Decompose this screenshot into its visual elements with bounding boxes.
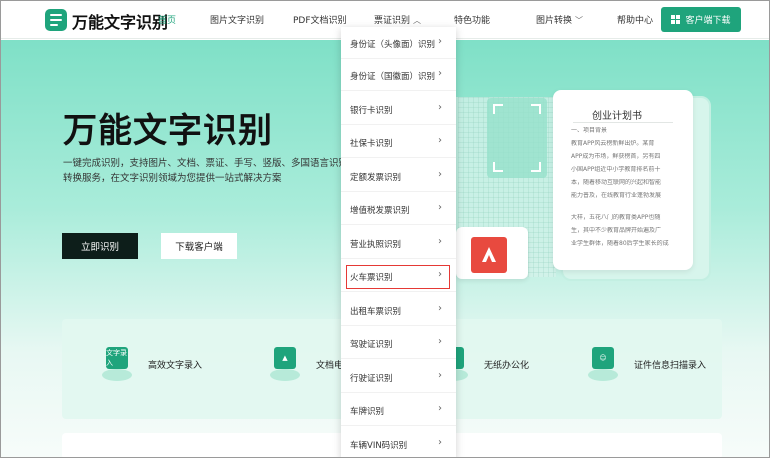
chevron-right-icon: ›	[438, 68, 442, 79]
nav-image-ocr[interactable]: 图片文字识别	[210, 13, 264, 26]
nav-pdf-ocr[interactable]: PDF文档识别	[293, 13, 347, 26]
dropdown-item-business-license[interactable]: 营业执照识别 ›	[341, 227, 456, 259]
feature-document: ▲ 文档电	[266, 343, 343, 385]
dropdown-item-id-back[interactable]: 身份证（国徽面）识别 ›	[341, 59, 456, 91]
dropdown-item-vin-code[interactable]: 车辆VIN码识别 ›	[341, 428, 456, 457]
text-entry-icon: 文字录入	[98, 343, 136, 385]
app-logo-icon[interactable]	[45, 9, 67, 31]
chevron-right-icon: ›	[438, 269, 442, 280]
ticket-ocr-dropdown: 身份证（头像面）识别 › 身份证（国徽面）识别 › 银行卡识别 › 社保卡识别 › 定额…	[341, 27, 456, 457]
nav-ticket-label: 票证识别	[374, 16, 411, 26]
document-icon: ▲	[266, 343, 304, 385]
chevron-right-icon: ›	[438, 437, 442, 448]
pdf-icon	[471, 237, 507, 273]
hero-desc-line-2: 转换服务，在文字识别领域为您提供一站式解决方案	[63, 173, 282, 184]
download-client-button[interactable]: 下载客户端	[161, 233, 237, 259]
dropdown-item-vat-invoice[interactable]: 增值税发票识别 ›	[341, 193, 456, 225]
doc-line: 本，随着移动互联网的兴起和智能	[571, 179, 662, 186]
doc-line: 小国APP组近中小学教育排名前十	[571, 166, 661, 173]
dropdown-item-train-ticket[interactable]: 火车票识别 ›	[341, 260, 456, 292]
nav-image-convert[interactable]: 图片转换 ﹀	[536, 13, 583, 26]
chevron-right-icon: ›	[438, 370, 442, 381]
feature-label: 证件信息扫描录入	[634, 360, 707, 371]
document-title: 创业计划书	[592, 111, 642, 122]
feature-label: 无纸办公化	[484, 360, 530, 371]
chevron-right-icon: ›	[438, 403, 442, 414]
dropdown-item-taxi-ticket[interactable]: 出租车票识别 ›	[341, 294, 456, 326]
browser-frame: 万能文字识别 首页 图片文字识别 PDF文档识别 票证识别 ︿ 特色功能 图片转换…	[0, 0, 770, 458]
hero-description: 一键完成识别，支持图片、文档、票证、手写、竖版、多国语言识别 转换服务，在文字识…	[63, 156, 363, 186]
chevron-right-icon: ›	[438, 336, 442, 347]
nav-special-features[interactable]: 特色功能	[454, 13, 490, 26]
client-download-label: 客户端下载	[685, 16, 731, 26]
chevron-right-icon: ›	[438, 102, 442, 113]
nav-home[interactable]: 首页	[158, 13, 176, 26]
chevron-right-icon: ›	[438, 169, 442, 180]
dropdown-item-vehicle-license[interactable]: 行驶证识别 ›	[341, 361, 456, 393]
nav-special-label: 特色功能	[454, 16, 491, 26]
doc-line: 业学生群体，随着80后学生家长的成	[571, 240, 669, 247]
windows-icon	[671, 15, 681, 24]
feature-id-scan: ☺ 证件信息扫描录入	[584, 343, 706, 385]
nav-convert-label: 图片转换	[536, 16, 573, 26]
app-name[interactable]: 万能文字识别	[72, 9, 168, 33]
dropdown-item-license-plate[interactable]: 车牌识别 ›	[341, 394, 456, 426]
nav-ticket-ocr[interactable]: 票证识别 ︿	[374, 13, 421, 26]
dropdown-item-social-security[interactable]: 社保卡识别 ›	[341, 126, 456, 158]
chevron-right-icon: ›	[438, 202, 442, 213]
doc-line: APP成为市场，鲜获榜首，另有四	[571, 153, 661, 160]
id-card-scan-icon: ☺	[584, 343, 622, 385]
dropdown-item-id-front[interactable]: 身份证（头像面）识别 ›	[341, 27, 456, 59]
doc-line: 能力普及，在线教育行业蓬勃发展	[571, 192, 662, 199]
scan-card-illustration	[487, 98, 547, 178]
start-recognize-button[interactable]: 立即识别	[62, 233, 138, 259]
nav-help-center[interactable]: 帮助中心	[617, 13, 653, 26]
chevron-right-icon: ›	[438, 236, 442, 247]
chevron-right-icon: ›	[438, 36, 442, 47]
doc-line: 生，其中不少教育品牌开始遍及广	[571, 227, 662, 234]
chevron-right-icon: ›	[438, 303, 442, 314]
chevron-right-icon: ›	[438, 135, 442, 146]
feature-label: 文档电	[316, 360, 344, 371]
client-download-button[interactable]: 客户端下载	[661, 7, 741, 32]
business-plan-document: 创业计划书 一、项目背景 教育APP风云榜新鲜出炉。某育 APP成为市场，鲜获榜…	[553, 90, 693, 270]
dropdown-item-quota-invoice[interactable]: 定额发票识别 ›	[341, 160, 456, 192]
doc-line: 一、项目背景	[571, 127, 608, 134]
hero-title: 万能文字识别	[63, 111, 273, 151]
chevron-up-icon: ︿	[413, 16, 422, 25]
doc-line: 大样，五花八门的教育类APP也随	[571, 214, 661, 221]
dropdown-item-bank-card[interactable]: 银行卡识别 ›	[341, 93, 456, 125]
hero-desc-line-1: 一键完成识别，支持图片、文档、票证、手写、竖版、多国语言识别	[63, 158, 349, 169]
dropdown-item-driver-license[interactable]: 驾驶证识别 ›	[341, 327, 456, 359]
doc-line: 教育APP风云榜新鲜出炉。某育	[571, 140, 655, 147]
feature-label: 高效文字录入	[148, 360, 203, 371]
feature-text-entry: 文字录入 高效文字录入	[98, 343, 202, 385]
chevron-down-icon: ﹀	[575, 16, 584, 25]
